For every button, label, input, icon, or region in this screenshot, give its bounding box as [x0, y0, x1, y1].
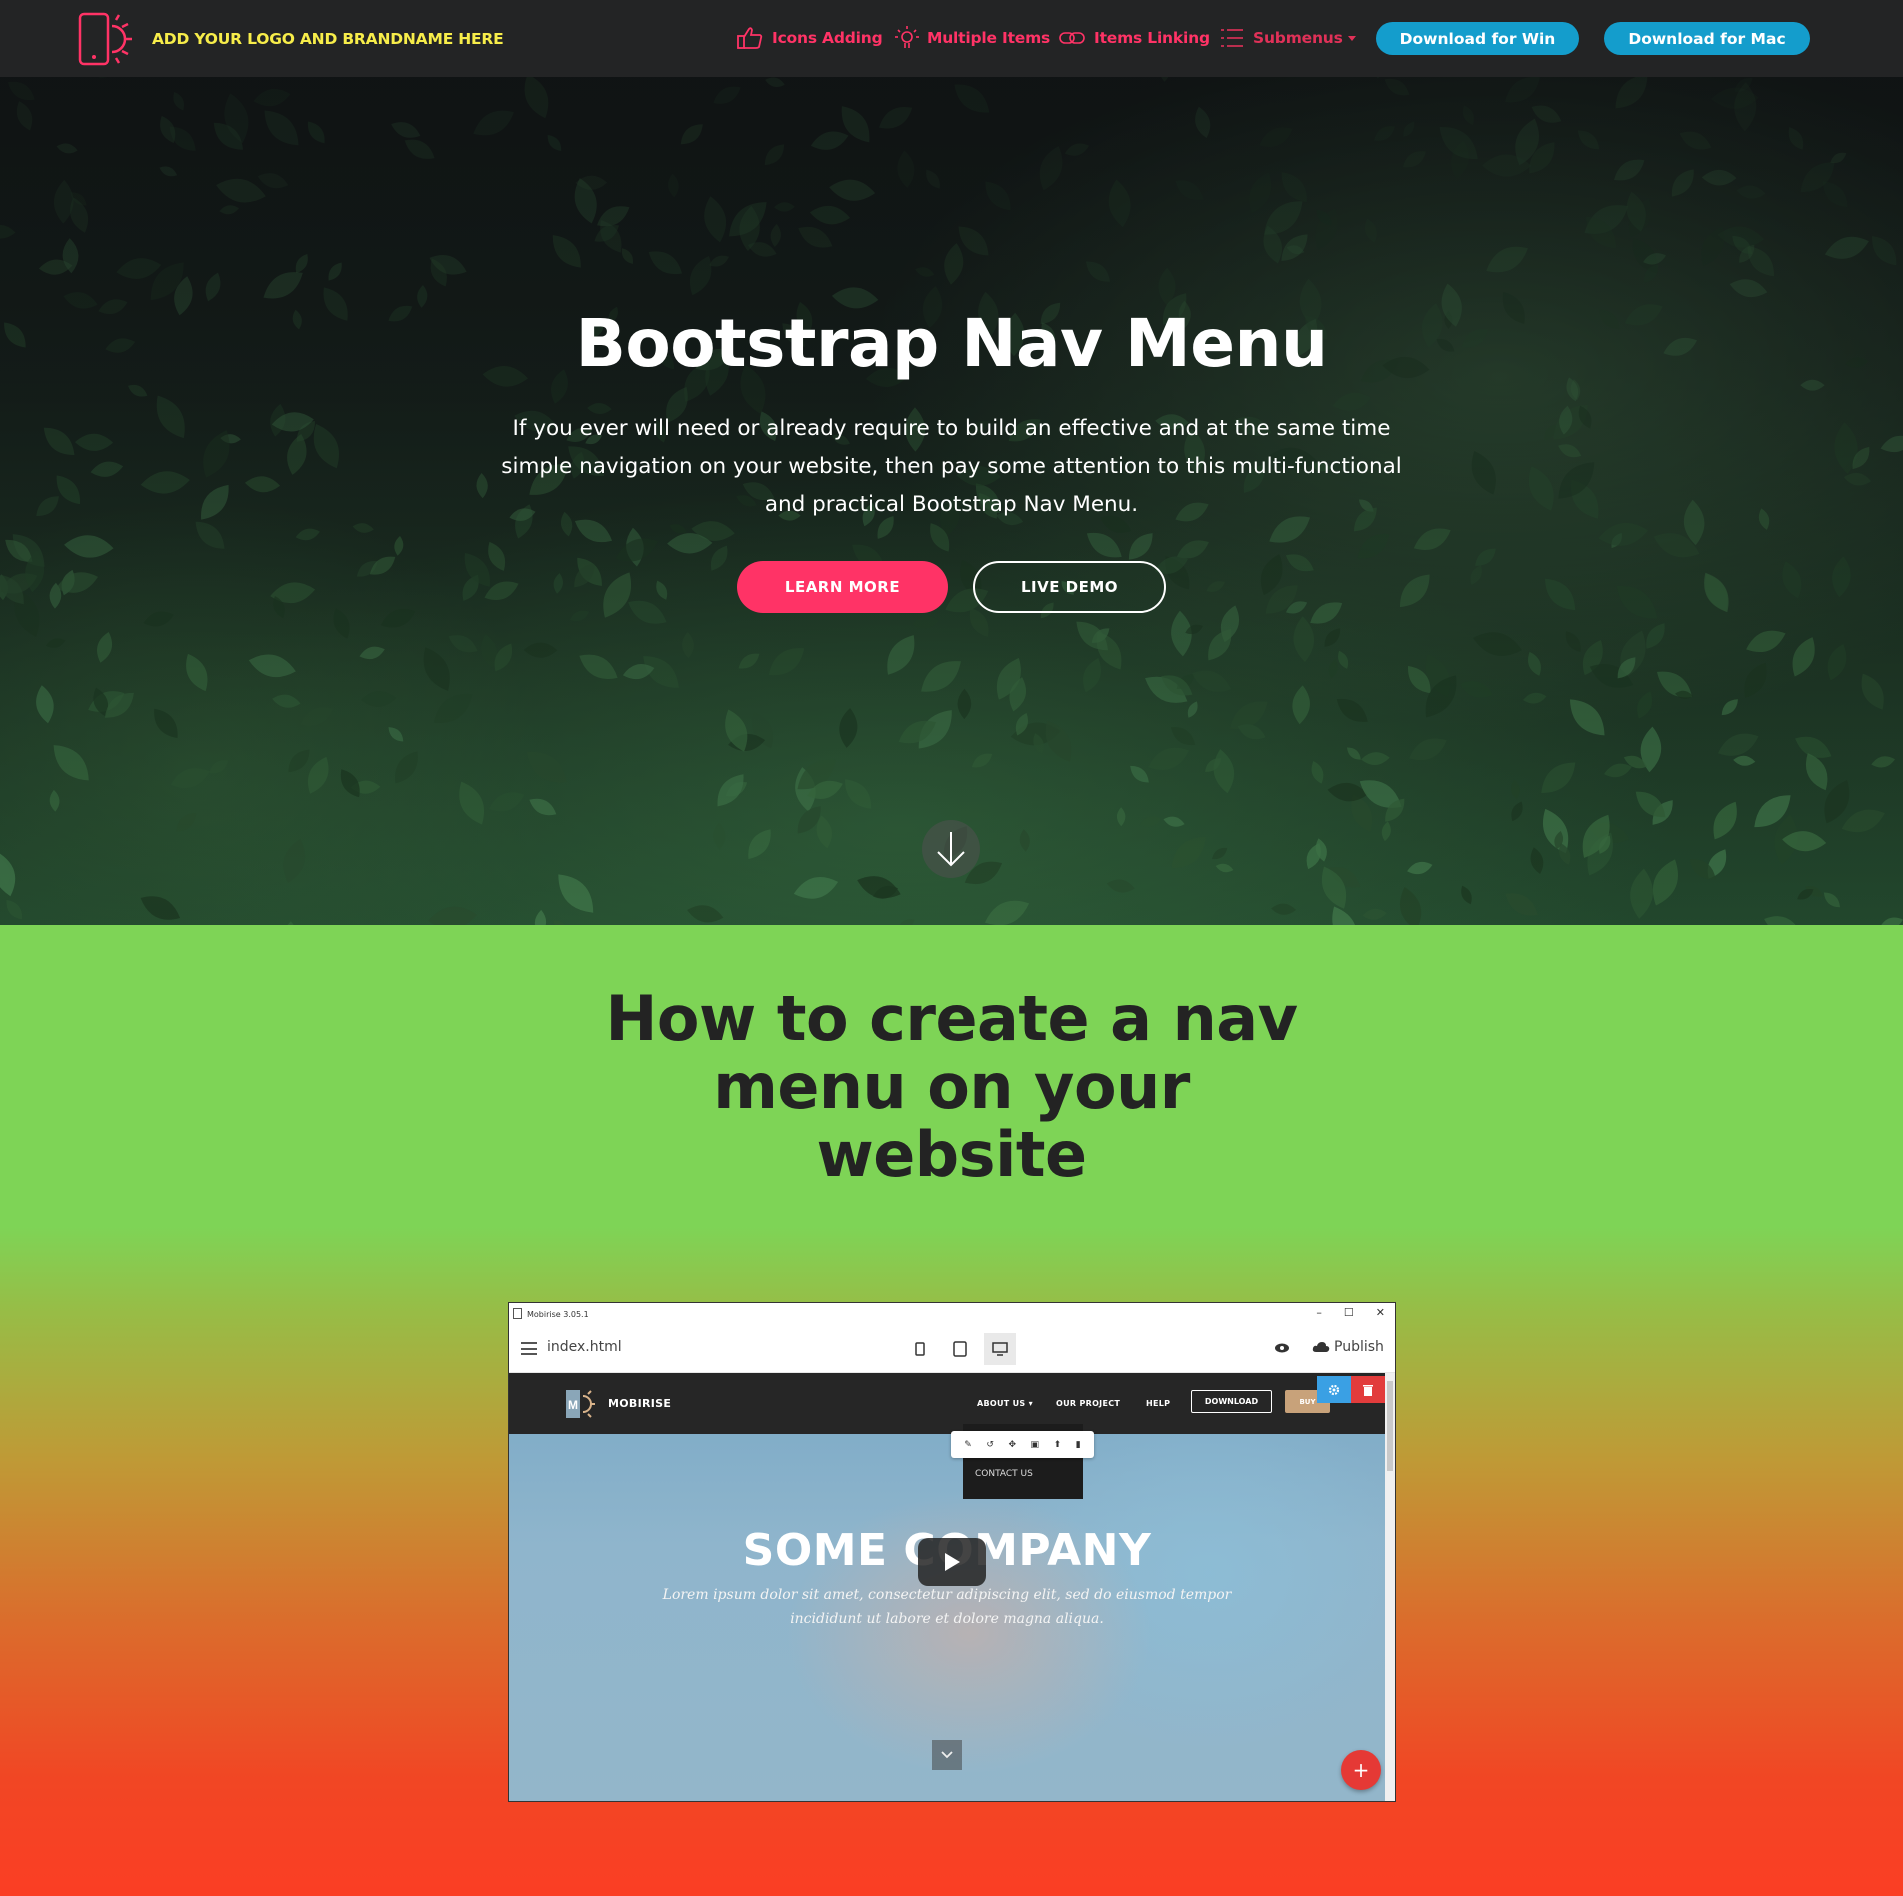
site-link-about-label: ABOUT US — [977, 1399, 1026, 1408]
mobile-view-icon[interactable] — [904, 1333, 936, 1365]
undo-icon[interactable]: ↺ — [986, 1440, 994, 1450]
nav-item-label: Icons Adding — [772, 29, 883, 47]
maximize-icon[interactable]: ☐ — [1344, 1306, 1354, 1319]
caret-down-icon — [1347, 35, 1356, 41]
publish-button[interactable]: Publish — [1312, 1339, 1384, 1355]
menu-icon[interactable] — [521, 1342, 537, 1355]
site-navbar: M MOBIRISE ABOUT US ▾ OUR PROJECT HELP D… — [509, 1373, 1385, 1434]
add-block-button[interactable]: + — [1341, 1750, 1381, 1790]
window-title: Mobirise 3.05.1 — [527, 1309, 589, 1319]
learn-more-button[interactable]: LEARN MORE — [737, 561, 948, 613]
close-icon[interactable]: ✕ — [1376, 1306, 1385, 1319]
tablet-view-icon[interactable] — [944, 1333, 976, 1365]
publish-label: Publish — [1334, 1339, 1384, 1355]
app-icon — [513, 1308, 522, 1319]
download-win-button[interactable]: Download for Win — [1376, 22, 1579, 55]
site-link-help[interactable]: HELP — [1146, 1399, 1170, 1408]
edit-toolbar: ✎ ↺ ✥ ▣ ⬆ ▮ — [951, 1431, 1094, 1458]
section-title-text: How to create a nav menu on your website — [605, 982, 1298, 1191]
play-icon — [945, 1553, 960, 1571]
file-name: index.html — [547, 1339, 622, 1355]
nav-item-label: Multiple Items — [927, 29, 1051, 47]
navbar: ADD YOUR LOGO AND BRANDNAME HERE Icons A… — [0, 0, 1903, 77]
phone-logo-icon — [78, 12, 132, 66]
dropdown-item-contact[interactable]: CONTACT US — [975, 1469, 1033, 1479]
window-controls: – ☐ ✕ — [1316, 1306, 1385, 1319]
site-hero-text: Lorem ipsum dolor sit amet, consectetur … — [662, 1587, 1232, 1627]
hero-text: If you ever will need or already require… — [501, 416, 1402, 517]
pencil-icon[interactable]: ✎ — [964, 1440, 972, 1450]
trash-icon[interactable] — [1351, 1376, 1385, 1403]
scroll-down-button[interactable] — [922, 820, 980, 878]
nav-item-icons-adding[interactable]: Icons Adding — [736, 22, 883, 54]
site-link-about[interactable]: ABOUT US ▾ — [977, 1399, 1033, 1408]
nav-item-label: Items Linking — [1094, 29, 1210, 47]
desktop-view-icon[interactable] — [984, 1333, 1016, 1365]
mobirise-logo-icon: M — [566, 1390, 595, 1418]
link-icon — [1059, 32, 1085, 44]
brand[interactable]: ADD YOUR LOGO AND BRANDNAME HERE — [78, 12, 504, 66]
hero-section: Bootstrap Nav Menu If you ever will need… — [0, 77, 1903, 925]
play-button[interactable] — [918, 1538, 986, 1586]
site-download-button[interactable]: DOWNLOAD — [1191, 1390, 1272, 1413]
list-icon — [1221, 29, 1243, 47]
brand-name: ADD YOUR LOGO AND BRANDNAME HERE — [152, 30, 504, 48]
lightbulb-icon — [895, 26, 919, 48]
nav-item-items-linking[interactable]: Items Linking — [1058, 22, 1210, 54]
section-title: How to create a nav menu on your website — [0, 985, 1903, 1189]
arrow-down-icon — [937, 832, 965, 867]
download-mac-button[interactable]: Download for Mac — [1604, 22, 1810, 55]
preview-eye-icon[interactable] — [1274, 1339, 1290, 1358]
nav-item-label: Submenus — [1253, 29, 1343, 47]
window-title-bar: Mobirise 3.05.1 – ☐ ✕ — [509, 1303, 1395, 1325]
minimize-icon[interactable]: – — [1316, 1306, 1322, 1319]
site-preview: M MOBIRISE ABOUT US ▾ OUR PROJECT HELP D… — [509, 1373, 1385, 1801]
site-link-project[interactable]: OUR PROJECT — [1056, 1399, 1120, 1408]
nav-item-multiple-items[interactable]: Multiple Items — [895, 22, 1050, 54]
scrollbar[interactable] — [1385, 1373, 1395, 1801]
move-icon[interactable]: ✥ — [1008, 1440, 1016, 1450]
live-demo-button[interactable]: LIVE DEMO — [973, 561, 1166, 613]
device-switcher — [904, 1333, 1016, 1365]
site-brand: MOBIRISE — [608, 1397, 672, 1410]
thumbs-up-icon — [737, 27, 763, 49]
chevron-down-icon[interactable] — [932, 1740, 962, 1770]
image-icon[interactable]: ▣ — [1031, 1440, 1040, 1450]
gear-icon[interactable] — [1317, 1376, 1351, 1403]
svg-text:M: M — [568, 1398, 578, 1412]
video-player[interactable]: Mobirise 3.05.1 – ☐ ✕ index.html Publish — [508, 1302, 1396, 1802]
scrollbar-thumb[interactable] — [1387, 1381, 1393, 1471]
nav-item-submenus[interactable]: Submenus — [1219, 22, 1356, 54]
app-toolbar: index.html Publish — [509, 1325, 1395, 1373]
up-icon[interactable]: ⬆ — [1054, 1440, 1062, 1450]
cloud-upload-icon — [1312, 1342, 1330, 1352]
hero-title: Bootstrap Nav Menu — [575, 305, 1328, 382]
delete-icon[interactable]: ▮ — [1076, 1440, 1081, 1450]
